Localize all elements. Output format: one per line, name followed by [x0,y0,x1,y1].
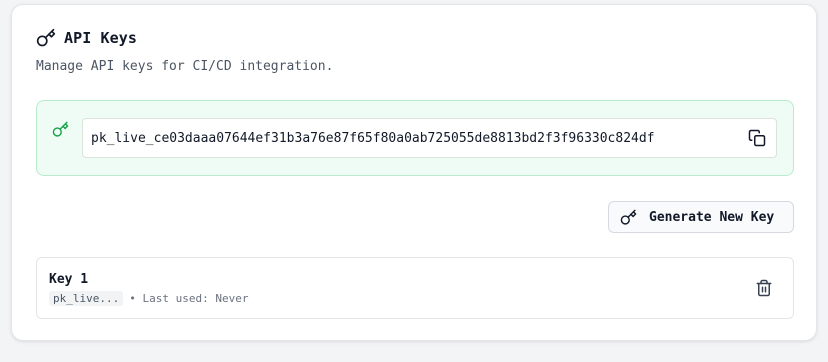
page-subtitle: Manage API keys for CI/CD integration. [36,59,334,74]
generate-new-key-label: Generate New Key [649,209,775,225]
page-title: API Keys [64,29,138,47]
key-icon [620,209,637,226]
key-icon [36,28,56,48]
key-last-used: • Last used: Never [129,292,249,305]
trash-icon[interactable] [755,279,773,297]
key-prefix: pk_live... [49,291,124,306]
new-key-banner: pk_live_ce03daaa07644ef31b3a76e87f65f80a… [36,100,794,176]
api-key-value[interactable]: pk_live_ce03daaa07644ef31b3a76e87f65f80a… [83,131,655,146]
api-key-list-item: Key 1 pk_live... • Last used: Never [36,257,794,319]
generate-new-key-button[interactable]: Generate New Key [608,201,794,233]
key-name: Key 1 [49,272,89,287]
api-key-field[interactable]: pk_live_ce03daaa07644ef31b3a76e87f65f80a… [82,118,777,158]
api-keys-card: API Keys Manage API keys for CI/CD integ… [11,4,817,341]
card-header: API Keys [36,28,137,48]
key-icon [52,121,69,138]
key-meta: pk_live... • Last used: Never [49,291,248,306]
copy-icon[interactable] [748,129,766,147]
